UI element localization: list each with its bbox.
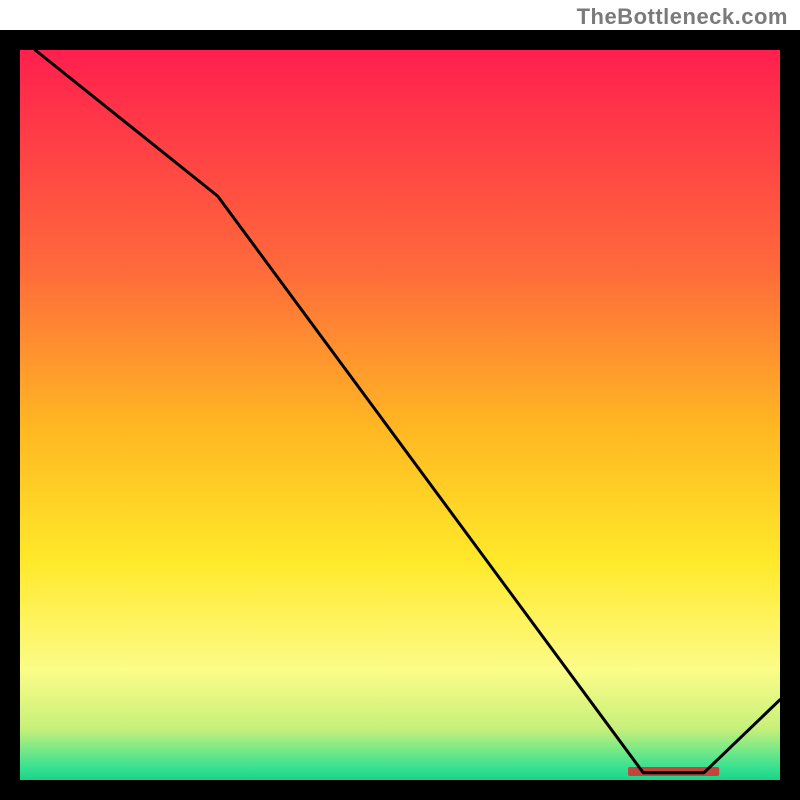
- bottleneck-chart: [0, 0, 800, 800]
- attribution-text: TheBottleneck.com: [577, 4, 788, 30]
- chart-container: TheBottleneck.com: [0, 0, 800, 800]
- plot-background: [20, 50, 780, 780]
